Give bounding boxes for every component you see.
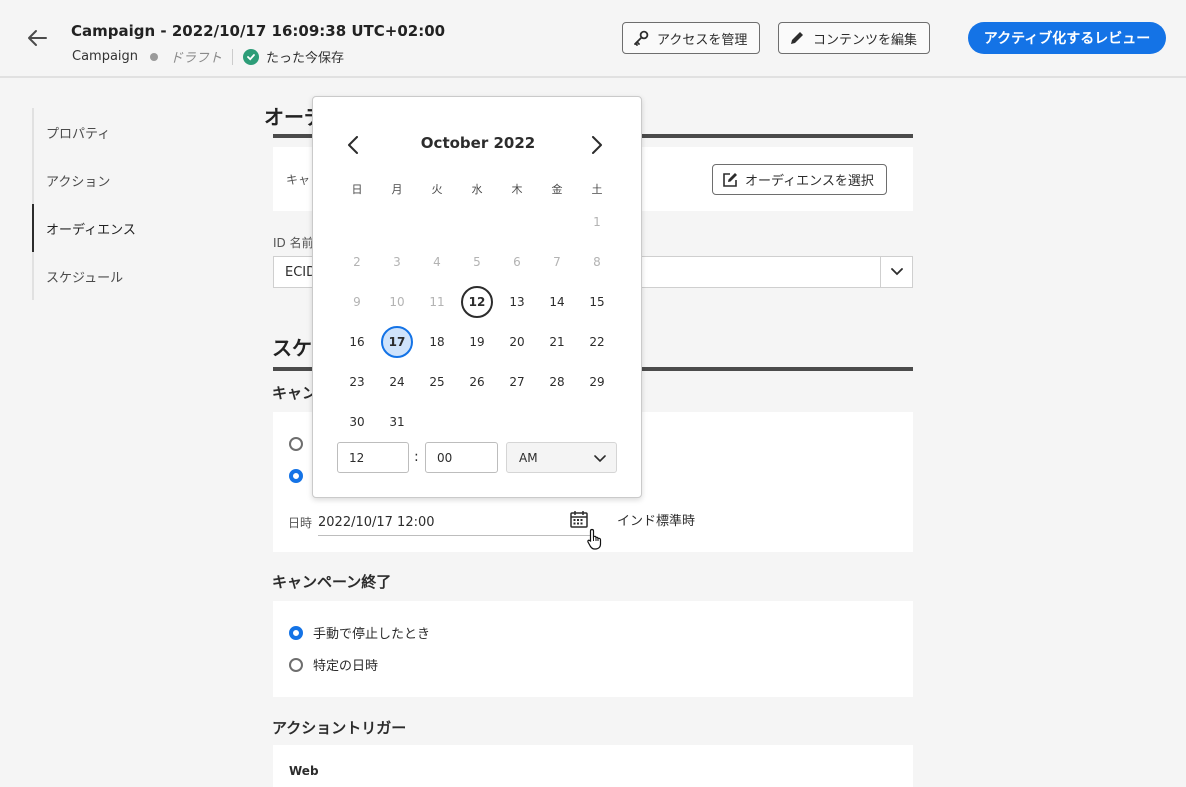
timezone-text: インド標準時	[617, 514, 696, 529]
calendar-day-disabled: 5	[473, 255, 481, 269]
edit-box-icon	[723, 172, 737, 187]
calendar-day[interactable]: 23	[341, 366, 373, 398]
campaign-start-heading: キャン	[272, 384, 318, 402]
campaign-end-heading: キャンペーン終了	[272, 573, 392, 591]
date-label: 日時	[288, 516, 313, 530]
back-arrow-icon[interactable]	[24, 24, 52, 52]
nav-item-properties[interactable]: プロパティ	[34, 108, 212, 156]
calendar-day[interactable]: 16	[341, 326, 373, 358]
breadcrumb: Campaign	[72, 49, 139, 64]
ampm-select[interactable]: AM	[506, 442, 617, 473]
weekday-label: 月	[391, 183, 403, 196]
minute-input[interactable]: 00	[425, 442, 498, 473]
calendar-day-disabled: 3	[393, 255, 401, 269]
activate-review-button[interactable]: アクティブ化するレビュー	[968, 22, 1166, 54]
weekday-label: 金	[551, 183, 563, 196]
end-option-manual-label[interactable]: 手動で停止したとき	[313, 623, 430, 642]
calendar-day[interactable]: 22	[581, 326, 613, 358]
weekday-label: 水	[471, 183, 483, 196]
calendar-day[interactable]: 18	[421, 326, 453, 358]
calendar-day-disabled: 9	[353, 295, 361, 309]
calendar-day-disabled: 10	[389, 295, 405, 309]
select-audience-button[interactable]: オーディエンスを選択	[712, 164, 887, 195]
calendar-day[interactable]: 25	[421, 366, 453, 398]
calendar-day[interactable]: 28	[541, 366, 573, 398]
calendar-day[interactable]: 13	[501, 286, 533, 318]
hour-input[interactable]: 12	[337, 442, 409, 473]
weekday-label: 土	[591, 183, 603, 196]
app-header: Campaign - 2022/10/17 16:09:38 UTC+02:00…	[0, 0, 1186, 78]
start-option-radio[interactable]	[289, 437, 303, 451]
calendar-day[interactable]: 31	[381, 406, 413, 438]
action-trigger-heading: アクショントリガー	[272, 719, 407, 737]
end-option-specific-radio[interactable]	[289, 658, 303, 672]
calendar-icon[interactable]	[568, 509, 590, 529]
select-audience-label: オーディエンスを選択	[745, 174, 874, 189]
calendar-day[interactable]: 14	[541, 286, 573, 318]
page-title: Campaign - 2022/10/17 16:09:38 UTC+02:00	[71, 22, 446, 40]
pencil-icon	[791, 32, 803, 44]
status-badge: ドラフト	[170, 51, 223, 66]
calendar-day-today[interactable]: 12	[461, 286, 493, 318]
calendar-day-disabled: 6	[513, 255, 521, 269]
audience-card-label: キャ	[286, 173, 311, 187]
edit-content-button[interactable]: コンテンツを編集	[778, 22, 931, 54]
start-date-input[interactable]: 2022/10/17 12:00	[318, 509, 590, 536]
calendar-day-selected[interactable]: 17	[381, 326, 413, 358]
calendar-day-disabled: 2	[353, 255, 361, 269]
calendar-day-disabled: 4	[433, 255, 441, 269]
edit-content-label: コンテンツを編集	[813, 32, 918, 48]
calendar-day-disabled: 7	[553, 255, 561, 269]
calendar-day[interactable]: 19	[461, 326, 493, 358]
hand-cursor-icon	[586, 528, 604, 554]
calendar-day[interactable]: 29	[581, 366, 613, 398]
status-line: Campaign ドラフト たった今保存	[72, 47, 344, 66]
ampm-value: AM	[519, 450, 538, 465]
web-label: Web	[289, 764, 319, 778]
key-icon	[634, 30, 649, 46]
weekday-label: 日	[351, 183, 363, 196]
calendar-day[interactable]: 30	[341, 406, 373, 438]
manage-access-label: アクセスを管理	[657, 32, 748, 48]
calendar-day-disabled: 1	[593, 215, 601, 229]
calendar-day[interactable]: 20	[501, 326, 533, 358]
weekday-label: 火	[431, 183, 443, 196]
calendar-day[interactable]: 24	[381, 366, 413, 398]
nav-item-audience[interactable]: オーディエンス	[32, 204, 212, 252]
calendar-day-disabled: 11	[429, 295, 445, 309]
start-option-radio-selected[interactable]	[289, 469, 303, 483]
divider	[232, 48, 234, 65]
nav-item-schedule[interactable]: スケジュール	[34, 252, 212, 300]
check-circle-icon	[243, 48, 260, 65]
end-option-manual-radio[interactable]	[289, 626, 303, 640]
chevron-down-icon	[594, 452, 606, 466]
nav-item-actions[interactable]: アクション	[34, 156, 212, 204]
calendar-day[interactable]: 15	[581, 286, 613, 318]
chevron-right-icon[interactable]	[585, 133, 609, 157]
weekday-label: 木	[511, 183, 523, 196]
calendar-day[interactable]: 27	[501, 366, 533, 398]
calendar-day[interactable]: 21	[541, 326, 573, 358]
calendar-day-disabled: 8	[593, 255, 601, 269]
action-trigger-card: Web	[273, 745, 913, 787]
calendar-day[interactable]: 26	[461, 366, 493, 398]
campaign-end-card	[273, 601, 913, 697]
id-namespace-label: ID 名前	[273, 236, 314, 250]
chevron-down-icon[interactable]	[880, 257, 912, 287]
date-picker-popover: October 2022 日月火水木金土 1 2 3 4 5 6 7 8 9 10 11 12 13 14…	[312, 96, 642, 498]
status-dot-icon	[150, 52, 159, 61]
section-nav: プロパティ アクション オーディエンス スケジュール	[32, 108, 212, 300]
end-option-specific-label[interactable]: 特定の日時	[313, 655, 378, 674]
schedule-heading: スケ	[272, 336, 312, 360]
time-separator: :	[414, 449, 419, 465]
manage-access-button[interactable]: アクセスを管理	[622, 22, 761, 54]
saved-status: たった今保存	[266, 51, 345, 66]
